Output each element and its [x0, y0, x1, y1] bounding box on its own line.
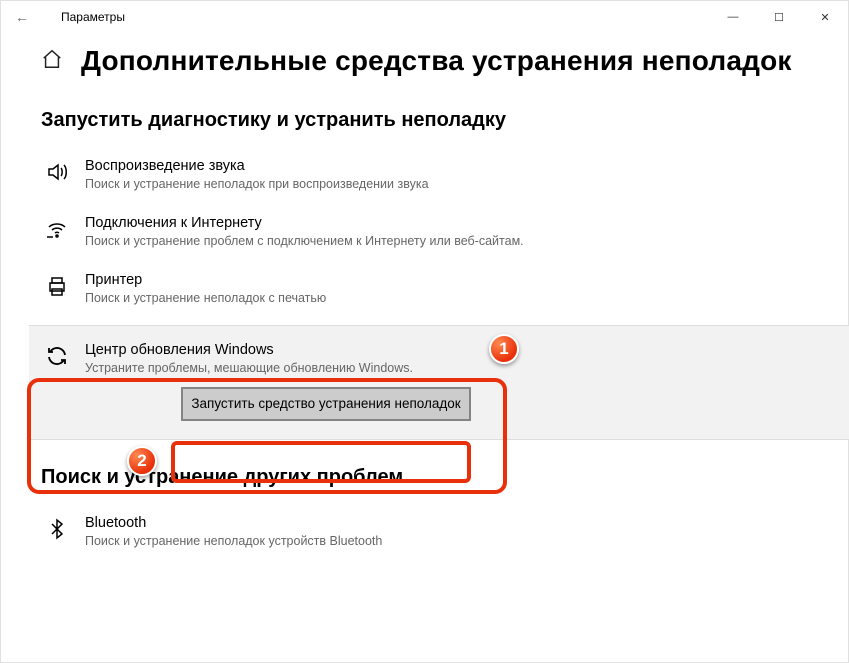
item-title: Подключения к Интернету [85, 215, 524, 231]
item-desc: Поиск и устранение проблем с подключение… [85, 233, 524, 250]
title-bar: ← Параметры — ☐ ✕ [1, 1, 848, 33]
troubleshoot-item-windows-update-selected: Центр обновления Windows Устраните пробл… [29, 325, 849, 440]
update-icon [41, 342, 73, 368]
troubleshoot-item-bluetooth[interactable]: Bluetooth Поиск и устранение неполадок у… [41, 511, 808, 568]
troubleshoot-item-printer[interactable]: Принтер Поиск и устранение неполадок с п… [41, 268, 808, 325]
troubleshoot-item-windows-update[interactable]: Центр обновления Windows Устраните пробл… [41, 338, 808, 387]
troubleshoot-item-internet[interactable]: Подключения к Интернету Поиск и устранен… [41, 211, 808, 268]
section-title-other: Поиск и устранение других проблем [41, 466, 808, 489]
item-title: Центр обновления Windows [85, 342, 413, 358]
run-troubleshooter-button[interactable]: Запустить средство устранения неполадок [181, 387, 471, 421]
window-controls: — ☐ ✕ [710, 1, 848, 33]
item-desc: Поиск и устранение неполадок при воспрои… [85, 176, 429, 193]
speaker-icon [41, 158, 73, 184]
app-title: Параметры [61, 10, 125, 24]
item-title: Bluetooth [85, 515, 382, 531]
item-desc: Устраните проблемы, мешающие обновлению … [85, 360, 413, 377]
wifi-icon [41, 215, 73, 241]
item-desc: Поиск и устранение неполадок устройств B… [85, 533, 382, 550]
page-header: Дополнительные средства устранения непол… [41, 45, 808, 77]
page-title: Дополнительные средства устранения непол… [81, 45, 792, 77]
home-icon[interactable] [41, 48, 63, 75]
bluetooth-icon [41, 515, 73, 541]
printer-icon [41, 272, 73, 298]
maximize-button[interactable]: ☐ [756, 1, 802, 33]
item-desc: Поиск и устранение неполадок с печатью [85, 290, 326, 307]
item-title: Воспроизведение звука [85, 158, 429, 174]
troubleshoot-item-audio[interactable]: Воспроизведение звука Поиск и устранение… [41, 154, 808, 211]
minimize-button[interactable]: — [710, 1, 756, 33]
item-title: Принтер [85, 272, 326, 288]
close-button[interactable]: ✕ [802, 1, 848, 33]
back-arrow-icon[interactable]: ← [15, 9, 43, 25]
section-title-diagnose: Запустить диагностику и устранить непола… [41, 109, 808, 132]
